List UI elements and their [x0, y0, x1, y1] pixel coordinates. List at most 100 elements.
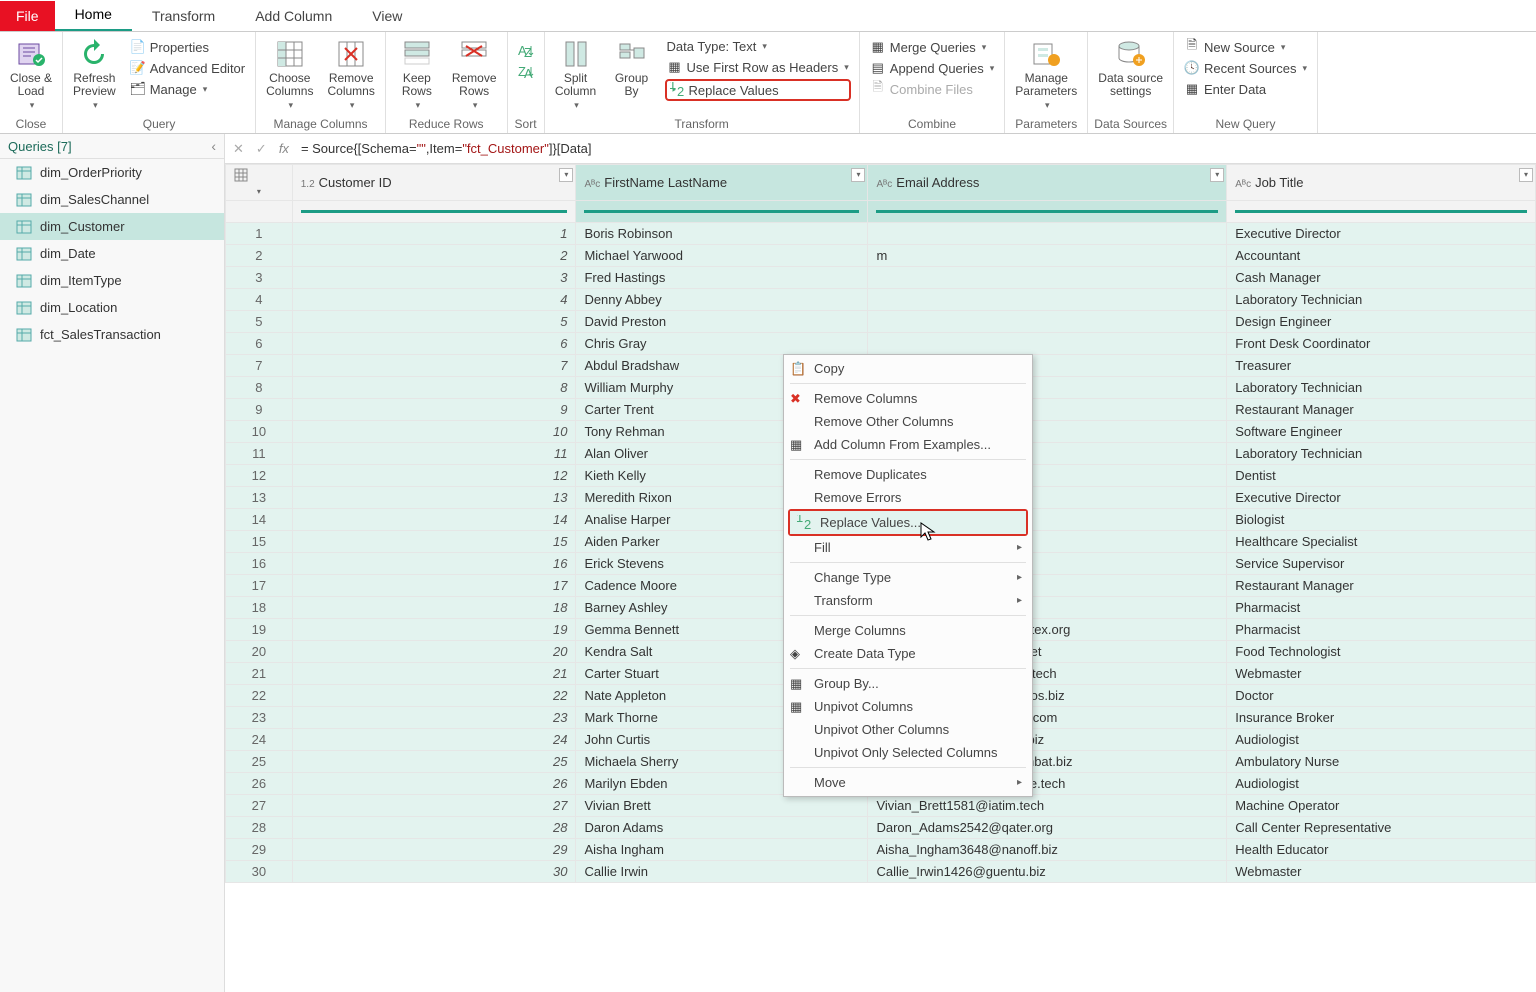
row-number[interactable]: 19 [226, 619, 293, 641]
row-number[interactable]: 18 [226, 597, 293, 619]
tab-home[interactable]: Home [55, 0, 132, 31]
table-row[interactable]: 2929Aisha InghamAisha_Ingham3648@nanoff.… [226, 839, 1536, 861]
cell-job[interactable]: Executive Director [1227, 223, 1536, 245]
ctx-unpivot-selected[interactable]: Unpivot Only Selected Columns [784, 741, 1032, 764]
cell-customer-id[interactable]: 22 [292, 685, 576, 707]
col-customer-id[interactable]: 1.2Customer ID▾ [292, 165, 576, 201]
cell-job[interactable]: Software Engineer [1227, 421, 1536, 443]
cell-job[interactable]: Accountant [1227, 245, 1536, 267]
cell-customer-id[interactable]: 29 [292, 839, 576, 861]
filter-icon[interactable]: ▾ [1210, 168, 1224, 182]
first-row-headers-button[interactable]: ▦Use First Row as Headers▾ [665, 58, 851, 76]
ctx-replace-values[interactable]: 12Replace Values... [790, 511, 1026, 534]
cell-job[interactable]: Cash Manager [1227, 267, 1536, 289]
cell-customer-id[interactable]: 24 [292, 729, 576, 751]
row-number[interactable]: 9 [226, 399, 293, 421]
table-row[interactable]: 33Fred HastingsCash Manager [226, 267, 1536, 289]
close-load-button[interactable]: Close & Load▾ [6, 36, 56, 113]
filter-icon[interactable]: ▾ [1519, 168, 1533, 182]
ctx-fill[interactable]: Fill▸ [784, 536, 1032, 559]
cell-email[interactable]: Daron_Adams2542@qater.org [868, 817, 1227, 839]
cell-customer-id[interactable]: 19 [292, 619, 576, 641]
query-item-dim_Location[interactable]: dim_Location [0, 294, 224, 321]
cell-email[interactable] [868, 223, 1227, 245]
table-row[interactable]: 55David PrestonDesign Engineer [226, 311, 1536, 333]
cell-customer-id[interactable]: 16 [292, 553, 576, 575]
fx-icon[interactable]: fx [279, 141, 289, 156]
row-number[interactable]: 2 [226, 245, 293, 267]
cell-customer-id[interactable]: 28 [292, 817, 576, 839]
cell-name[interactable]: Chris Gray [576, 333, 868, 355]
enter-data-button[interactable]: ▦Enter Data [1182, 80, 1309, 98]
cell-name[interactable]: Denny Abbey [576, 289, 868, 311]
tab-add-column[interactable]: Add Column [235, 1, 352, 31]
tab-view[interactable]: View [352, 1, 422, 31]
cell-job[interactable]: Dentist [1227, 465, 1536, 487]
formula-accept-icon[interactable]: ✓ [256, 141, 267, 157]
cell-job[interactable]: Food Technologist [1227, 641, 1536, 663]
query-item-dim_SalesChannel[interactable]: dim_SalesChannel [0, 186, 224, 213]
row-number[interactable]: 29 [226, 839, 293, 861]
append-queries-button[interactable]: ▤Append Queries▾ [868, 59, 996, 77]
cell-job[interactable]: Doctor [1227, 685, 1536, 707]
merge-queries-button[interactable]: ▦Merge Queries▾ [868, 38, 996, 56]
cell-email[interactable]: Aisha_Ingham3648@nanoff.biz [868, 839, 1227, 861]
properties-button[interactable]: 📄Properties [128, 38, 247, 56]
cell-job[interactable]: Insurance Broker [1227, 707, 1536, 729]
cell-name[interactable]: Vivian Brett [576, 795, 868, 817]
row-number[interactable]: 1 [226, 223, 293, 245]
ctx-remove-columns[interactable]: ✖Remove Columns [784, 387, 1032, 410]
ctx-change-type[interactable]: Change Type▸ [784, 566, 1032, 589]
table-row[interactable]: 2727Vivian BrettVivian_Brett1581@iatim.t… [226, 795, 1536, 817]
cell-name[interactable]: Michael Yarwood [576, 245, 868, 267]
cell-email[interactable]: m [868, 245, 1227, 267]
cell-customer-id[interactable]: 12 [292, 465, 576, 487]
row-number[interactable]: 27 [226, 795, 293, 817]
cell-job[interactable]: Audiologist [1227, 773, 1536, 795]
cell-customer-id[interactable]: 30 [292, 861, 576, 883]
cell-customer-id[interactable]: 18 [292, 597, 576, 619]
cell-customer-id[interactable]: 3 [292, 267, 576, 289]
cell-name[interactable]: Callie Irwin [576, 861, 868, 883]
cell-job[interactable]: Webmaster [1227, 663, 1536, 685]
row-number[interactable]: 14 [226, 509, 293, 531]
keep-rows-button[interactable]: Keep Rows▾ [392, 36, 442, 113]
split-column-button[interactable]: Split Column▾ [551, 36, 601, 113]
cell-customer-id[interactable]: 13 [292, 487, 576, 509]
ctx-merge-columns[interactable]: Merge Columns [784, 619, 1032, 642]
cell-name[interactable]: Aisha Ingham [576, 839, 868, 861]
cell-job[interactable]: Laboratory Technician [1227, 377, 1536, 399]
row-number[interactable]: 17 [226, 575, 293, 597]
cell-customer-id[interactable]: 15 [292, 531, 576, 553]
row-number[interactable]: 26 [226, 773, 293, 795]
cell-job[interactable]: Webmaster [1227, 861, 1536, 883]
cell-customer-id[interactable]: 8 [292, 377, 576, 399]
row-number[interactable]: 6 [226, 333, 293, 355]
cell-customer-id[interactable]: 10 [292, 421, 576, 443]
ctx-transform[interactable]: Transform▸ [784, 589, 1032, 612]
ctx-move[interactable]: Move▸ [784, 771, 1032, 794]
cell-email[interactable]: Callie_Irwin1426@guentu.biz [868, 861, 1227, 883]
manage-button[interactable]: 🗂Manage▾ [128, 80, 247, 98]
tab-transform[interactable]: Transform [132, 1, 235, 31]
cell-job[interactable]: Front Desk Coordinator [1227, 333, 1536, 355]
new-source-button[interactable]: 🗎New Source▾ [1182, 38, 1309, 56]
cell-job[interactable]: Health Educator [1227, 839, 1536, 861]
remove-columns-button[interactable]: Remove Columns▾ [323, 36, 378, 113]
cell-customer-id[interactable]: 21 [292, 663, 576, 685]
cell-job[interactable]: Laboratory Technician [1227, 289, 1536, 311]
col-firstname-lastname[interactable]: AᴮᴄFirstName LastName▾ [576, 165, 868, 201]
cell-job[interactable]: Ambulatory Nurse [1227, 751, 1536, 773]
query-item-dim_OrderPriority[interactable]: dim_OrderPriority [0, 159, 224, 186]
row-number[interactable]: 22 [226, 685, 293, 707]
cell-name[interactable]: Boris Robinson [576, 223, 868, 245]
col-email-address[interactable]: AᴮᴄEmail Address▾ [868, 165, 1227, 201]
table-row[interactable]: 11Boris RobinsonExecutive Director [226, 223, 1536, 245]
table-row[interactable]: 3030Callie IrwinCallie_Irwin1426@guentu.… [226, 861, 1536, 883]
cell-customer-id[interactable]: 4 [292, 289, 576, 311]
ctx-group-by[interactable]: ▦Group By... [784, 672, 1032, 695]
cell-email[interactable] [868, 311, 1227, 333]
cell-customer-id[interactable]: 17 [292, 575, 576, 597]
cell-job[interactable]: Service Supervisor [1227, 553, 1536, 575]
query-item-dim_ItemType[interactable]: dim_ItemType [0, 267, 224, 294]
